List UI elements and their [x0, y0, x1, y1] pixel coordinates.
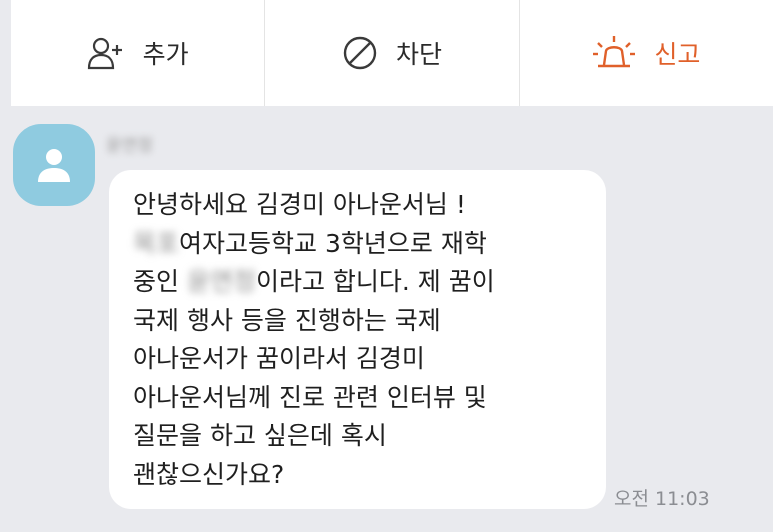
- message-line: 괜찮으신가요?: [133, 459, 285, 489]
- chat-action-bar: 추가 차단 신고: [11, 0, 773, 106]
- message-bubble[interactable]: 안녕하세요 김경미 아나운서님 ! 목포여자고등학교 3학년으로 재학 중인 윤…: [109, 170, 606, 509]
- report-button[interactable]: 신고: [518, 0, 773, 106]
- add-friend-label: 추가: [142, 40, 189, 69]
- default-profile-icon: [38, 149, 70, 182]
- report-label: 신고: [654, 40, 701, 69]
- message-line: 아나운서님께 진로 관련 인터뷰 및: [133, 382, 487, 412]
- siren-icon: [592, 35, 636, 71]
- message-line: 안녕하세요 김경미 아나운서님 !: [133, 190, 466, 219]
- message-line: 목포여자고등학교 3학년으로 재학: [133, 228, 487, 258]
- message-line: 질문을 하고 싶은데 혹시: [133, 421, 387, 450]
- blurred-school-name: 목포: [133, 228, 180, 258]
- message-line: 아나운서가 꿈이라서 김경미: [133, 344, 425, 373]
- block-button[interactable]: 차단: [264, 0, 518, 106]
- blurred-student-name: 윤연정: [186, 267, 256, 296]
- message-line: 국제 행사 등을 진행하는 국제: [133, 305, 441, 335]
- add-friend-button[interactable]: 추가: [11, 0, 264, 106]
- sender-name: 윤연정: [106, 136, 153, 156]
- block-label: 차단: [395, 40, 442, 69]
- message-line: 중인 윤연정이라고 합니다. 제 꿈이: [133, 267, 495, 296]
- block-icon: [342, 35, 378, 71]
- add-person-icon: [87, 36, 125, 70]
- message-timestamp: 오전 11:03: [614, 488, 710, 510]
- avatar[interactable]: [13, 124, 95, 206]
